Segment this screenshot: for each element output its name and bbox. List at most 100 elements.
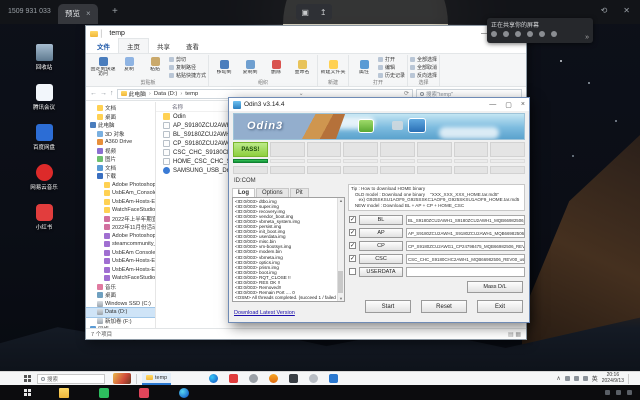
capture-icon[interactable]: ▣ (301, 8, 309, 17)
speaker-icon[interactable] (515, 31, 521, 37)
slot-file-field[interactable]: BL_S9180ZCU2AWH1_S9180ZCU2AWH1_MQB669825… (406, 215, 525, 225)
slot-file-field[interactable]: CP_S9180ZCU2AWG1_CP24798475_MQB66982506_… (406, 241, 525, 251)
slot-button[interactable]: CP (359, 241, 403, 251)
ribbon-button[interactable]: 属性 (351, 60, 377, 75)
tray-icon[interactable] (616, 390, 621, 395)
scroll-up-icon[interactable]: ▲ (339, 198, 343, 203)
tree-item[interactable]: 新加卷 (F:) (86, 317, 155, 326)
desktop-icon[interactable]: 百度网盘 (16, 124, 72, 151)
slot-button[interactable]: USERDATA (359, 267, 403, 277)
ribbon-small-button[interactable]: 全部选择 (410, 56, 437, 63)
ribbon-button[interactable]: 移动到 (211, 60, 237, 75)
mass-dl-button[interactable]: Mass D/L (467, 281, 523, 293)
tab-close-icon[interactable]: × (86, 4, 91, 24)
tree-item[interactable]: UsbEAm-Hosts-Editor-Old (86, 266, 155, 275)
settings-icon[interactable] (309, 374, 318, 383)
taskbar-search-input[interactable]: 搜索 (37, 374, 105, 384)
clock[interactable]: 20:16 2024/9/13 (602, 373, 624, 384)
ribbon-small-button[interactable]: 编辑 (378, 64, 405, 71)
slot-button[interactable]: CSC (359, 254, 403, 264)
ribbon-button[interactable]: 重命名 (289, 60, 315, 75)
tray-icon[interactable] (565, 376, 570, 381)
tree-item[interactable]: 桌面 (86, 291, 155, 300)
ribbon-small-button[interactable]: 历史记录 (378, 72, 405, 79)
scrollbar-thumb[interactable] (338, 271, 343, 293)
tree-item[interactable]: WatchFaceStudio_1.7.9 (86, 274, 155, 283)
input-language-indicator[interactable]: 英 (592, 374, 598, 383)
tree-item[interactable]: steamcommunity_302 (86, 240, 155, 249)
ribbon-tab[interactable]: 查看 (178, 39, 207, 53)
edge-icon[interactable] (209, 374, 218, 383)
chevron-down-icon[interactable]: ⌄ (299, 90, 304, 97)
maximize-icon[interactable]: ▢ (505, 101, 512, 109)
desktop-icon[interactable]: 网易云音乐 (16, 164, 72, 191)
ribbon-tab[interactable]: 主页 (118, 38, 149, 53)
tree-item[interactable]: 桌面 (86, 113, 155, 122)
tree-item[interactable]: Adobe Photoshop 2023 (86, 181, 155, 190)
ribbon-button[interactable]: 固定到快速访问 (90, 57, 116, 77)
viewer-tab-preview[interactable]: 预览 × (58, 4, 98, 24)
ribbon-small-button[interactable]: 粘贴快捷方式 (169, 72, 206, 79)
ribbon-button[interactable]: 复制到 (237, 60, 263, 75)
news-widget-icon[interactable] (113, 373, 131, 384)
slot-button[interactable]: AP (359, 228, 403, 238)
slot-checkbox[interactable] (349, 216, 356, 223)
ribbon-tab[interactable]: 文件 (89, 39, 118, 53)
start-icon[interactable] (24, 375, 27, 378)
ribbon-small-button[interactable]: 复制路径 (169, 64, 206, 71)
odin-titlebar[interactable]: Odin3 v3.14.4 — ▢ × (229, 98, 529, 111)
tree-item[interactable]: 视频 (86, 147, 155, 156)
explorer-icon[interactable] (59, 388, 69, 398)
start-icon[interactable] (24, 389, 27, 392)
tree-item[interactable]: 图片 (86, 155, 155, 164)
slot-checkbox[interactable] (349, 229, 356, 236)
tree-item[interactable]: UsbEAm-Hosts-Editor (86, 257, 155, 266)
tree-item[interactable]: A360 Drive (86, 138, 155, 147)
viewer-toolbar-pill[interactable]: ▣ ↥ (296, 4, 332, 20)
phone-icon[interactable] (491, 31, 497, 37)
refresh-icon[interactable]: ⟲ (601, 6, 608, 15)
tree-item[interactable]: 此电脑 (86, 121, 155, 130)
breadcrumb-segment[interactable]: Data (D:) (146, 91, 177, 97)
back-icon[interactable]: ← (90, 90, 97, 97)
slot-checkbox[interactable] (349, 242, 356, 249)
qq-icon[interactable] (329, 374, 338, 383)
tree-item[interactable]: 3D 对象 (86, 130, 155, 139)
wechat-icon[interactable] (99, 388, 109, 398)
desktop-icon[interactable]: 回收站 (16, 44, 72, 71)
more-icon[interactable]: » (585, 35, 589, 41)
slot-file-field[interactable]: CSC_CHC_S9180CHC2AWH1_MQB66982506_REV00_… (406, 254, 525, 264)
firefox-icon[interactable] (269, 374, 278, 383)
breadcrumb-segment[interactable]: temp (177, 91, 198, 97)
tray-icon[interactable] (583, 376, 588, 381)
download-latest-link[interactable]: Download Latest Version (234, 310, 295, 316)
forward-icon[interactable]: → (100, 90, 107, 97)
reset-button[interactable]: Reset (421, 300, 467, 313)
tree-item[interactable]: UsbEAm_Consoles_Edition (86, 189, 155, 198)
upload-icon[interactable]: ↥ (320, 8, 327, 17)
tree-item[interactable]: Data (D:) (86, 308, 155, 317)
tree-item[interactable]: 2022年11月份活动 (86, 223, 155, 232)
breadcrumb-segment[interactable]: 此电脑 (129, 89, 146, 98)
tray-icon[interactable] (627, 390, 632, 395)
desktop-icon[interactable]: 腾讯会议 (16, 84, 72, 111)
tree-item[interactable]: UsbEAm Consoles Edition (86, 249, 155, 258)
close-icon[interactable]: ✕ (623, 6, 630, 15)
tree-item[interactable]: 下载 (86, 172, 155, 181)
tree-item[interactable]: 音乐 (86, 283, 155, 292)
log-box[interactable]: <ID:0/003> dtbo.img<ID:0/003> super.img<… (232, 197, 345, 302)
refresh-icon[interactable]: ⟳ (404, 90, 409, 97)
taskbar-temp-window[interactable]: temp (142, 373, 171, 385)
ribbon-button[interactable]: 复制 (116, 57, 142, 77)
ribbon-small-button[interactable]: 反向选择 (410, 72, 437, 79)
tree-item[interactable]: WatchFaceStudio (86, 206, 155, 215)
tree-item[interactable]: 2022年上半年期宣传片 (86, 215, 155, 224)
slot-checkbox[interactable] (349, 255, 356, 262)
gray-app-icon[interactable] (249, 374, 258, 383)
tray-expand-icon[interactable]: ∧ (556, 375, 560, 382)
obs-icon[interactable] (289, 374, 298, 383)
xiaohongshu-icon[interactable] (139, 388, 149, 398)
tree-item[interactable]: UsbEAm-Hosts-Editor (86, 198, 155, 207)
tree-item[interactable]: Windows SSD (C:) (86, 300, 155, 309)
notification-area[interactable] (628, 374, 635, 384)
